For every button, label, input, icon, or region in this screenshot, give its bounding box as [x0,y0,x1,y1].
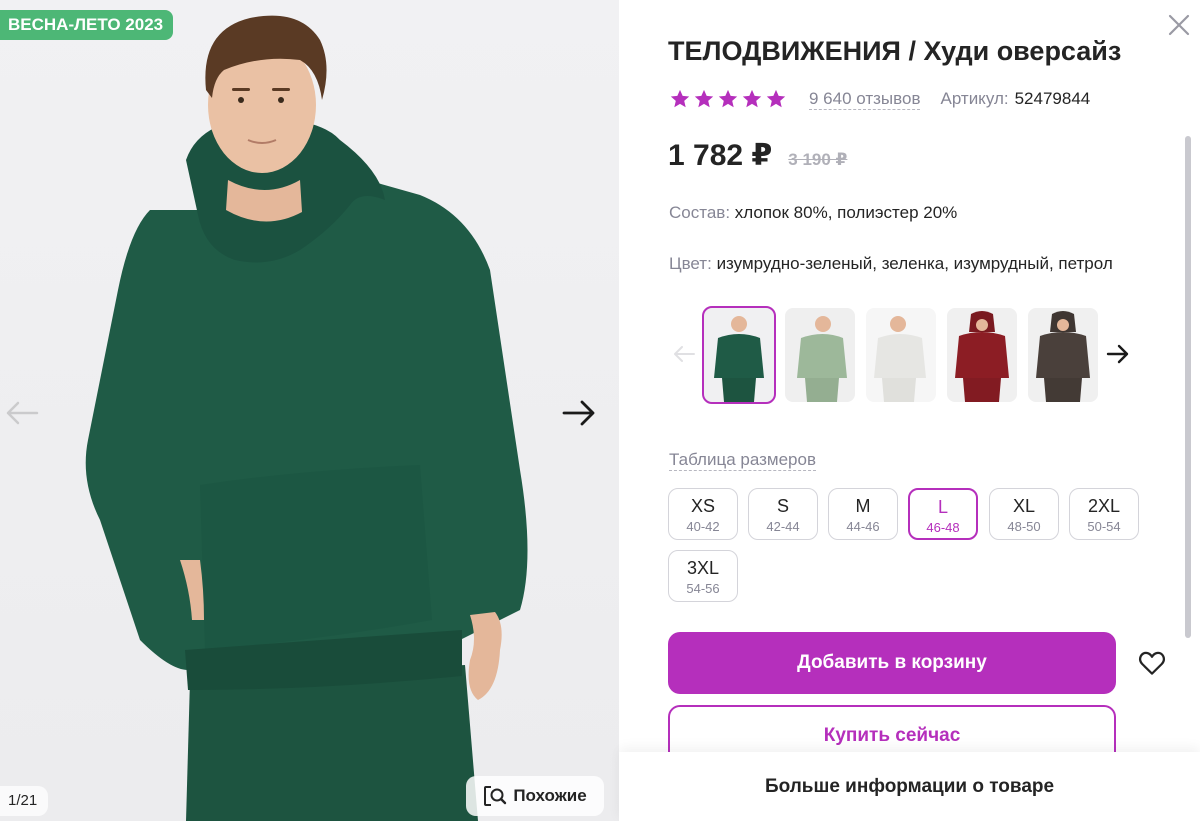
size-option-2xl[interactable]: 2XL 50-54 [1069,488,1139,540]
composition-row: Состав: хлопок 80%, полиэстер 20% [669,203,957,223]
swatch-photo [1028,308,1098,402]
size-range: 44-46 [846,519,880,534]
size-range: 50-54 [1087,519,1121,534]
product-gallery: ВЕСНА-ЛЕТО 2023 1/21 Похожие [0,0,619,821]
color-swatch-graphite[interactable] [1028,308,1098,402]
color-value: изумрудно-зеленый, зеленка, изумрудный, … [716,254,1113,273]
rating-stars [669,88,787,110]
more-info-button[interactable]: Больше информации о товаре [619,752,1200,821]
colors-next-button[interactable] [1103,336,1133,372]
size-table-link[interactable]: Таблица размеров [669,450,816,471]
season-badge: ВЕСНА-ЛЕТО 2023 [0,10,174,40]
swatch-photo [704,308,774,402]
article-value: 52479844 [1014,89,1091,108]
swatch-photo [866,308,936,402]
old-price: 3 190 ₽ [788,150,848,169]
color-variants [669,306,1139,404]
color-swatch-emerald[interactable] [702,306,776,404]
arrow-right-icon [1106,344,1129,364]
arrow-left-icon [6,401,39,425]
size-option-xl[interactable]: XL 48-50 [989,488,1059,540]
article-label: Артикул: [940,89,1009,108]
star-icon [718,89,738,108]
size-range: 48-50 [1007,519,1041,534]
similar-button[interactable]: Похожие [466,776,604,816]
size-name: 2XL [1087,496,1121,516]
favorite-button[interactable] [1137,648,1167,678]
size-range: 42-44 [766,519,800,534]
close-icon [1168,14,1190,36]
size-option-3xl[interactable]: 3XL 54-56 [668,550,738,602]
color-row: Цвет: изумрудно-зеленый, зеленка, изумру… [669,254,1113,274]
size-range: 40-42 [686,519,720,534]
product-details-panel: ТЕЛОДВИЖЕНИЯ / Худи оверсайз 9 640 отзыв… [619,0,1200,821]
size-name: 3XL [686,558,720,578]
reviews-link[interactable]: 9 640 отзывов [809,89,921,110]
size-name: M [855,496,871,516]
swatch-photo [785,308,855,402]
color-swatch-burgundy[interactable] [947,308,1017,402]
star-icon [766,89,786,108]
rating-row: 9 640 отзывов Артикул: 52479844 [669,86,1090,112]
size-option-xs[interactable]: XS 40-42 [668,488,738,540]
gallery-next-button[interactable] [559,393,599,433]
composition-label: Состав: [669,203,731,222]
product-title: ТЕЛОДВИЖЕНИЯ / Худи оверсайз [668,36,1122,66]
star-icon [694,89,714,108]
price-row: 1 782 ₽ 3 190 ₽ [668,138,847,173]
add-to-cart-button[interactable]: Добавить в корзину [668,632,1116,694]
colors-prev-button[interactable] [669,336,699,372]
size-option-s[interactable]: S 42-44 [748,488,818,540]
color-swatch-sage[interactable] [785,308,855,402]
size-name: XL [1012,496,1036,516]
arrow-right-icon [562,400,595,426]
swatch-photo [947,308,1017,402]
current-price: 1 782 ₽ [668,139,773,172]
scrollbar[interactable] [1185,136,1191,638]
heart-icon [1138,651,1166,675]
composition-value: хлопок 80%, полиэстер 20% [734,203,958,222]
size-name: S [776,496,789,516]
star-icon [670,89,690,108]
size-range: 46-48 [926,520,960,535]
size-name: XS [690,496,715,516]
similar-label: Похожие [513,786,587,805]
color-swatch-white[interactable] [866,308,936,402]
gallery-prev-button[interactable] [2,393,42,433]
size-range: 54-56 [686,581,720,596]
size-option-m[interactable]: M 44-46 [828,488,898,540]
size-option-l[interactable]: L 46-48 [908,488,978,540]
product-photo [85,15,528,821]
color-label: Цвет: [669,254,712,273]
image-search-icon [484,786,507,806]
close-button[interactable] [1164,10,1194,40]
size-name: L [937,497,948,517]
arrow-left-icon [674,346,695,362]
star-icon [742,89,762,108]
product-quick-view: ВЕСНА-ЛЕТО 2023 1/21 Похожие ТЕЛОДВИЖЕНИ… [0,0,1200,821]
gallery-counter: 1/21 [0,786,48,816]
